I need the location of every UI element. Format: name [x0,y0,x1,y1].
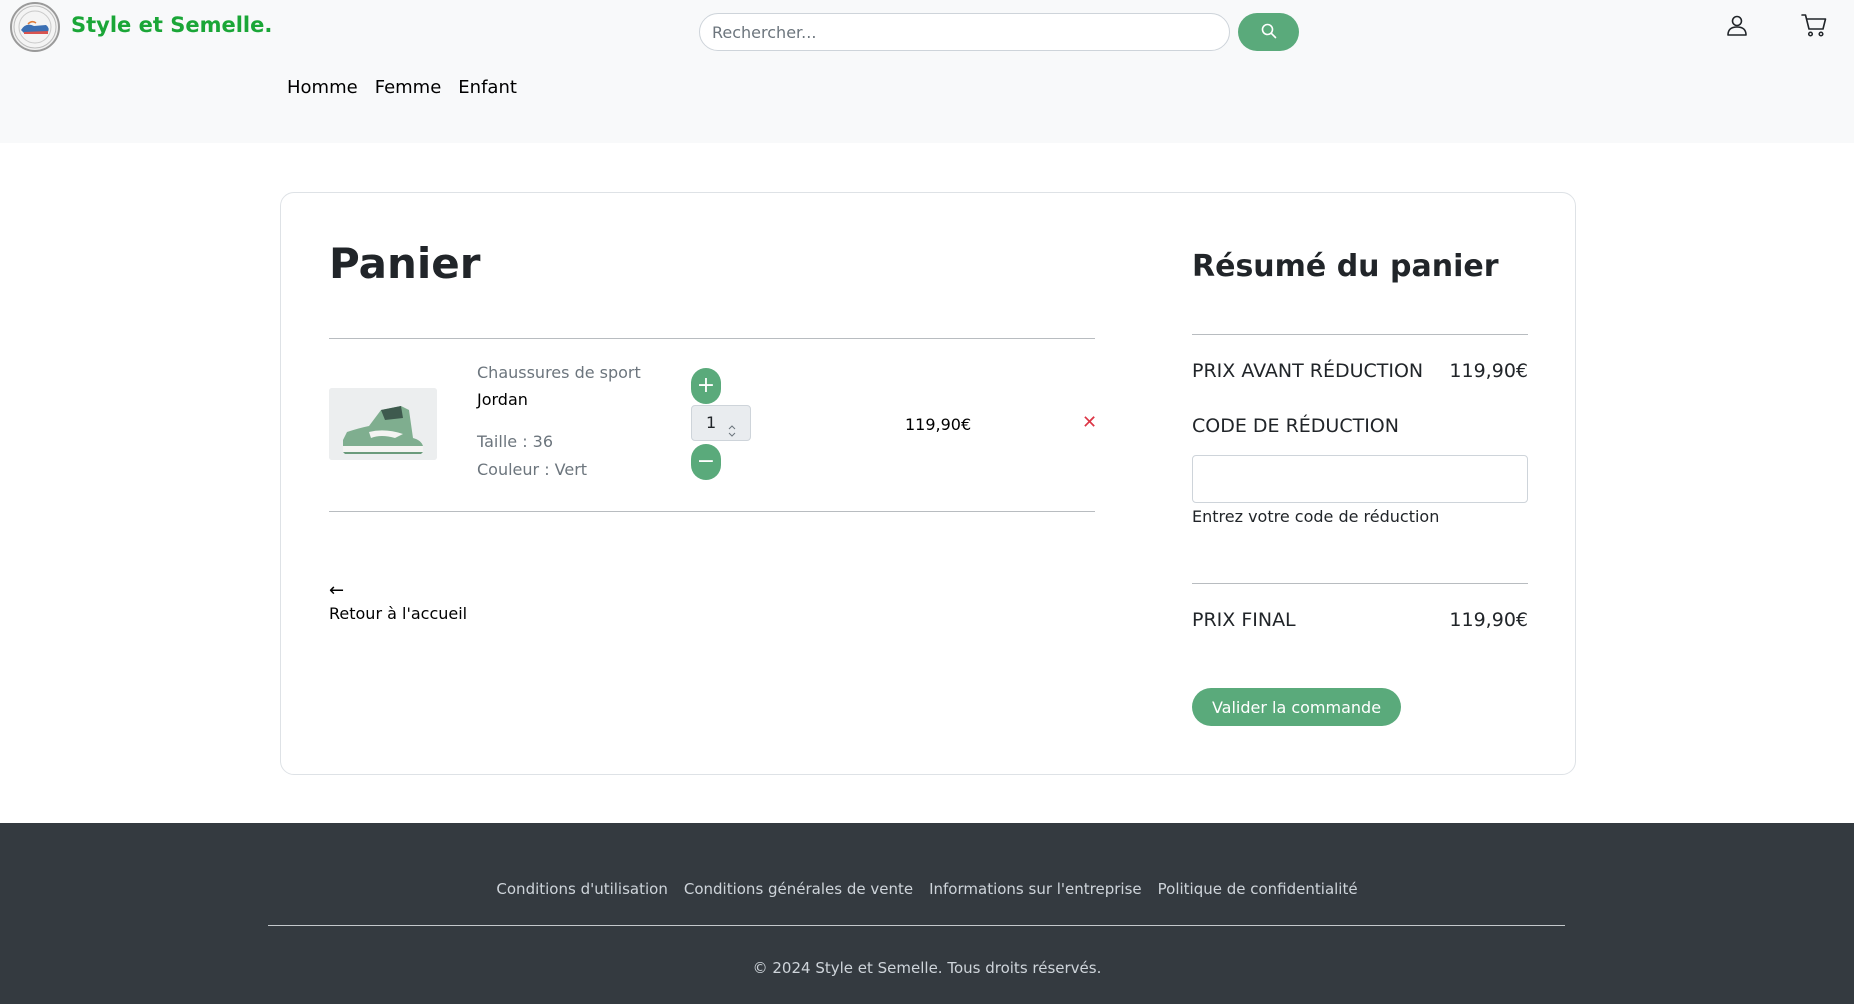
final-price-label: PRIX FINAL [1192,609,1296,631]
divider [329,511,1095,512]
cart-icon [1801,12,1827,42]
search-button[interactable] [1238,13,1299,51]
back-to-home-label: Retour à l'accueil [329,604,468,623]
validate-order-button[interactable]: Valider la commande [1192,688,1401,726]
footer-link-terms-of-sale[interactable]: Conditions générales de vente [684,880,913,898]
product-category: Chaussures de sport [477,363,641,382]
brand-name[interactable]: Style et Semelle. [71,13,272,37]
site-footer: Conditions d'utilisation Conditions géné… [0,823,1854,1004]
quantity-value: 1 [706,413,717,432]
footer-link-terms-of-use[interactable]: Conditions d'utilisation [496,880,667,898]
arrow-left-icon: ← [329,580,345,601]
product-image[interactable] [329,388,437,460]
discount-code-label: CODE DE RÉDUCTION [1192,415,1399,437]
user-account-button[interactable] [1722,12,1752,42]
footer-link-company-info[interactable]: Informations sur l'entreprise [929,880,1142,898]
price-before-value: 119,90€ [1449,360,1528,382]
plus-icon: + [696,373,716,398]
product-color: Couleur : Vert [477,460,588,479]
footer-links: Conditions d'utilisation Conditions géné… [0,880,1854,898]
footer-divider [268,925,1565,926]
footer-link-privacy-policy[interactable]: Politique de confidentialité [1158,880,1358,898]
divider [1192,583,1528,584]
item-price: 119,90€ [905,415,972,434]
logo[interactable] [10,2,60,52]
search-icon [1261,23,1277,42]
copyright: © 2024 Style et Semelle. Tous droits rés… [752,959,1102,977]
site-header: Style et Semelle. Homme Femme [0,0,1854,143]
user-icon [1725,13,1749,41]
quantity-input[interactable]: 1 [691,405,751,441]
quantity-increase-button[interactable]: + [691,368,721,404]
product-name: Jordan [477,390,528,409]
discount-code-input[interactable] [1192,455,1528,503]
main-nav: Homme Femme Enfant [287,77,534,98]
final-price-value: 119,90€ [1449,609,1528,631]
divider [1192,334,1528,335]
remove-item-button[interactable]: ✕ [1082,414,1097,432]
discount-code-help: Entrez votre code de réduction [1192,507,1440,526]
close-icon: ✕ [1082,412,1098,433]
spinner-icon[interactable] [728,416,736,437]
price-before-label: PRIX AVANT RÉDUCTION [1192,360,1424,382]
cart-card: Panier Chaussures de sport Jordan Taille… [280,192,1576,775]
quantity-decrease-button[interactable]: − [691,444,721,480]
nav-item-enfant[interactable]: Enfant [458,77,517,98]
divider [329,338,1095,339]
price-before-discount-row: PRIX AVANT RÉDUCTION 119,90€ [1192,360,1528,382]
back-to-home-link[interactable]: ← Retour à l'accueil [329,580,468,624]
minus-icon: − [696,449,716,474]
final-price-row: PRIX FINAL 119,90€ [1192,609,1528,631]
nav-item-homme[interactable]: Homme [287,77,358,98]
summary-title: Résumé du panier [1192,249,1499,284]
nav-item-femme[interactable]: Femme [375,77,442,98]
search-input[interactable] [699,13,1230,51]
page-title: Panier [329,239,481,288]
product-size: Taille : 36 [477,432,554,451]
cart-button[interactable] [1799,12,1829,42]
